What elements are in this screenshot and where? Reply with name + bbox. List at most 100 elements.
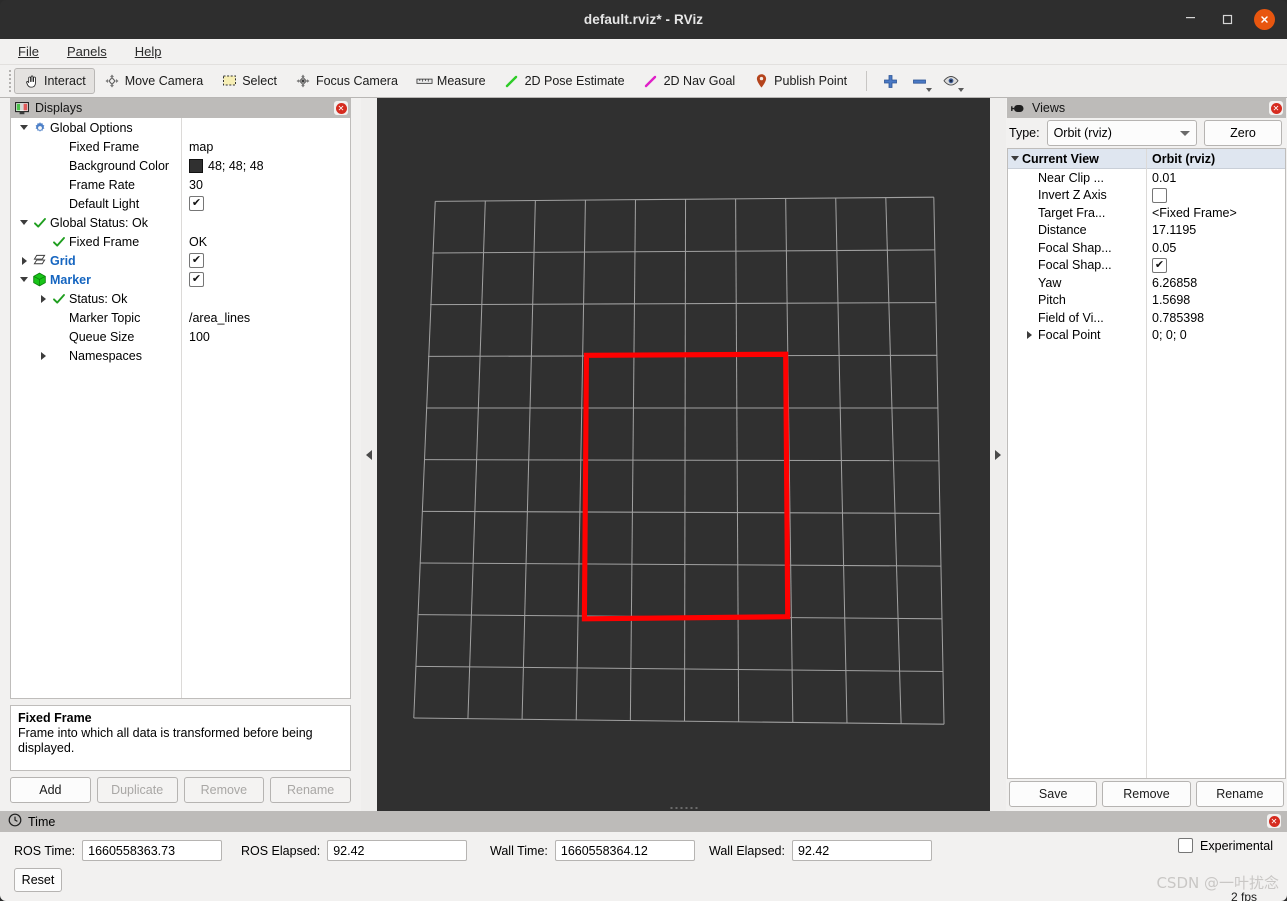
expander-right-icon[interactable] [17,256,31,265]
add-display-button[interactable]: Add [10,777,91,803]
reset-time-button[interactable]: Reset [14,868,62,892]
expander-down-icon[interactable] [17,220,31,225]
displays-row-name-cell: Marker [11,272,181,287]
displays-tree-row[interactable]: Status: Ok [11,289,350,308]
view-type-select[interactable]: Orbit (rviz) [1046,120,1197,146]
close-displays-panel-button[interactable]: ✕ [334,101,348,115]
row-checkbox[interactable]: ✔ [189,272,204,287]
row-checkbox[interactable]: ✔ [189,196,204,211]
displays-tree-row[interactable]: Background Color 48; 48; 48 [11,156,350,175]
row-checkbox[interactable]: ✔ [1152,257,1167,273]
ros-elapsed-input[interactable]: 92.42 [327,840,468,861]
tool-interact[interactable]: Interact [14,68,95,94]
ros-time-input[interactable]: 1660558363.73 [82,840,223,861]
close-button[interactable] [1254,9,1275,30]
displays-tree-row[interactable]: Marker Topic/area_lines [11,308,350,327]
views-row-name-cell: Pitch [1008,293,1146,307]
add-tool-icon[interactable] [877,69,903,93]
displays-tree-row[interactable]: Marker ✔ [11,270,350,289]
displays-tree-row[interactable]: Namespaces [11,346,350,365]
eye-visibility-icon[interactable] [935,69,967,93]
duplicate-display-button[interactable]: Duplicate [96,777,178,803]
save-view-button[interactable]: Save [1009,781,1098,807]
wall-elapsed-input[interactable]: 92.42 [791,840,932,861]
tool-focus-camera-label: Focus Camera [315,74,398,88]
tool-select-label: Select [242,74,277,88]
views-row-value-cell[interactable]: 6.26858 [1146,276,1285,290]
views-row-value-cell[interactable]: 0; 0; 0 [1146,328,1285,342]
displays-row-value-cell[interactable]: 100 [181,330,350,344]
displays-tree-row[interactable]: Global Status: Ok [11,213,350,232]
wall-time-input[interactable]: 1660558364.12 [554,840,695,861]
tool-publish-point[interactable]: Publish Point [744,68,856,94]
expander-down-icon[interactable] [17,125,31,130]
views-row-value-cell[interactable]: <Fixed Frame> [1146,206,1285,220]
remove-view-button[interactable]: Remove [1102,781,1191,807]
displays-row-value-cell[interactable]: 30 [181,178,350,192]
remove-display-button[interactable]: Remove [183,777,265,803]
toolbar-grip[interactable] [6,70,14,92]
collapse-right-arrow-icon [995,449,1001,460]
expander-right-icon[interactable] [36,294,50,303]
expander-down-icon[interactable] [17,277,31,282]
check-green-icon [50,235,67,249]
expander-right-icon[interactable] [36,351,50,360]
marker-cube-icon [31,272,48,287]
menu-help[interactable]: Help [131,42,166,61]
displays-tree-row[interactable]: Queue Size 100 [11,327,350,346]
rename-display-button[interactable]: Rename [270,777,351,803]
displays-tree-row[interactable]: Fixed Frame OK [11,232,350,251]
expander-right-icon[interactable] [1022,331,1036,340]
right-splitter-handle[interactable] [990,98,1006,811]
displays-row-name-cell: Default Light [11,197,181,211]
displays-monitor-icon [14,101,29,115]
rename-view-button[interactable]: Rename [1195,781,1284,807]
row-checkbox[interactable] [1152,187,1167,203]
displays-tree-row[interactable]: Frame Rate 30 [11,175,350,194]
render-viewport-3d[interactable] [377,98,990,811]
zero-button[interactable]: Zero [1204,120,1282,146]
displays-row-value-cell[interactable]: map [181,140,350,154]
tool-2d-pose-estimate[interactable]: 2D Pose Estimate [495,68,634,94]
views-row-value-cell[interactable]: ✔ [1146,257,1285,273]
views-row-value-cell[interactable]: 0.05 [1146,241,1285,255]
views-row-value-cell[interactable] [1146,187,1285,203]
close-icon: ✕ [1268,815,1280,827]
row-checkbox[interactable]: ✔ [189,253,204,268]
left-splitter-handle[interactable] [361,98,377,811]
experimental-toggle[interactable]: Experimental [1178,838,1273,853]
close-icon: ✕ [1270,102,1282,114]
displays-row-value-cell[interactable]: ✔ [181,272,350,287]
remove-tool-icon[interactable] [903,69,935,93]
views-row-value-cell[interactable]: 1.5698 [1146,293,1285,307]
menu-file[interactable]: File [14,42,43,61]
experimental-checkbox[interactable] [1178,838,1194,853]
displays-row-value-cell[interactable]: ✔ [181,253,350,268]
tool-2d-nav-goal[interactable]: 2D Nav Goal [634,68,745,94]
views-row-name-cell: Focal Shap... [1008,258,1146,272]
close-time-panel-button[interactable]: ✕ [1267,814,1281,828]
close-views-panel-button[interactable]: ✕ [1269,101,1283,115]
displays-row-value-cell[interactable]: ✔ [181,196,350,211]
tool-select[interactable]: Select [212,68,286,94]
displays-tree-row[interactable]: Fixed Frame map [11,137,350,156]
displays-buttons: Add Duplicate Remove Rename [10,771,351,811]
expander-down-icon[interactable] [1008,156,1022,161]
tool-move-camera[interactable]: Move Camera [95,68,213,94]
menu-panels[interactable]: Panels [63,42,111,61]
tool-focus-camera[interactable]: Focus Camera [286,68,407,94]
displays-row-value-cell[interactable]: OK [181,235,350,249]
displays-row-value-cell[interactable]: /area_lines [181,311,350,325]
tool-measure[interactable]: Measure [407,68,495,94]
displays-tree-row[interactable]: Default Light ✔ [11,194,350,213]
views-row-value-cell[interactable]: 17.1195 [1146,223,1285,237]
displays-tree-row[interactable]: Global Options [11,118,350,137]
minimize-button[interactable] [1180,7,1200,33]
menu-file-label: File [18,44,39,59]
displays-tree-row[interactable]: Grid ✔ [11,251,350,270]
views-row-value-cell[interactable]: 0.785398 [1146,311,1285,325]
displays-row-value-cell[interactable]: 48; 48; 48 [181,158,350,173]
views-row-value-cell[interactable]: 0.01 [1146,171,1285,185]
maximize-button[interactable] [1217,10,1237,30]
displays-row-name-cell: Frame Rate [11,178,181,192]
